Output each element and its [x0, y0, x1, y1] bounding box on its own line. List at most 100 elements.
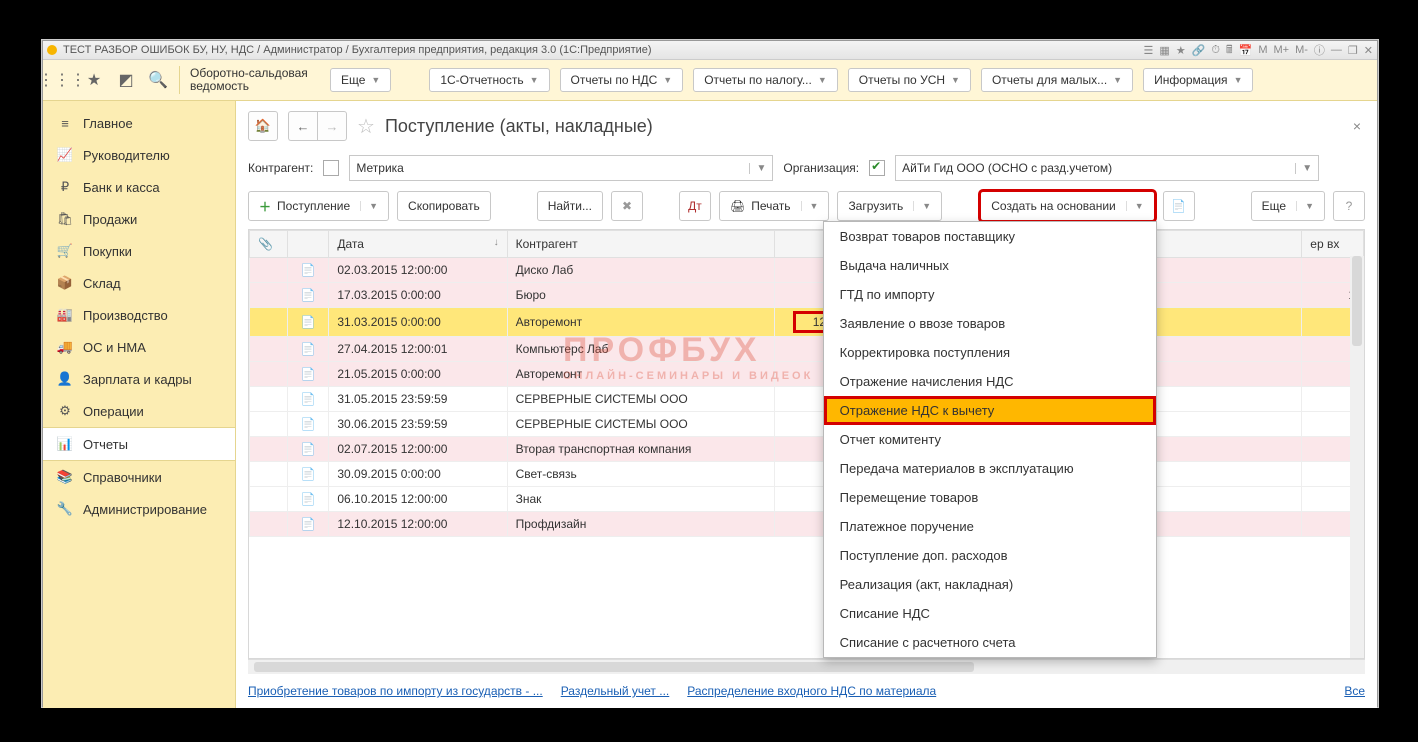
table-row[interactable]: 📄30.09.2015 0:00:00Свет-связь21 228,20рЗ…	[250, 462, 1364, 487]
col-attachment[interactable]: 📎	[250, 231, 288, 258]
help-button[interactable]: ?	[1333, 191, 1365, 221]
sidebar-item[interactable]: ⚙Операции	[43, 395, 235, 427]
table-row[interactable]: 📄12.10.2015 12:00:00Профдизайн140 000,00…	[250, 512, 1364, 537]
clear-filter-button[interactable]: ✖	[611, 191, 643, 221]
title-icon[interactable]: 🖩	[1226, 41, 1233, 60]
title-icon[interactable]: 🔗	[1192, 44, 1206, 57]
link-split[interactable]: Раздельный учет ...	[561, 684, 670, 698]
link-all[interactable]: Все	[1344, 684, 1365, 698]
create-button[interactable]: ＋Поступление▼	[248, 191, 389, 221]
maximize-icon[interactable]: ❐	[1348, 44, 1358, 57]
minimize-icon[interactable]: —	[1331, 44, 1342, 56]
col-date[interactable]: Дата↓	[329, 231, 507, 258]
table-row[interactable]: 📄30.06.2015 23:59:59СЕРВЕРНЫЕ СИСТЕМЫ ОО…	[250, 412, 1364, 437]
col-numvh[interactable]: ер вх	[1302, 231, 1364, 258]
close-icon[interactable]: ✕	[1364, 44, 1373, 57]
dropdown-item[interactable]: Корректировка поступления	[824, 338, 1156, 367]
sidebar-item[interactable]: ₽Банк и касса	[43, 171, 235, 203]
reports-1c-button[interactable]: 1С-Отчетность▼	[429, 68, 549, 92]
dropdown-item[interactable]: Платежное поручение	[824, 512, 1156, 541]
dropdown-item[interactable]: Поступление доп. расходов	[824, 541, 1156, 570]
title-icon[interactable]: ☰	[1144, 44, 1154, 57]
col-kontragent[interactable]: Контрагент	[507, 231, 774, 258]
table-row[interactable]: 📄02.03.2015 12:00:00Диско Лаб31 185,00рТ…	[250, 258, 1364, 283]
table-row[interactable]: 📄21.05.2015 0:00:00Авторемонт30 000,00р"…	[250, 362, 1364, 387]
data-grid[interactable]: 📎 Дата↓ Контрагент Сумма Е... Комменн ер…	[248, 229, 1365, 659]
sidebar-item[interactable]: 🚚ОС и НМА	[43, 331, 235, 363]
dropdown-item[interactable]: Списание с расчетного счета	[824, 628, 1156, 657]
memory-m[interactable]: M	[1258, 44, 1267, 56]
sidebar-item[interactable]: ≡Главное	[43, 107, 235, 139]
dropdown-item[interactable]: Реализация (акт, накладная)	[824, 570, 1156, 599]
forward-button[interactable]: →	[317, 111, 347, 141]
org-input[interactable]: АйТи Гид ООО (ОСНО с разд.учетом) ▼	[895, 155, 1319, 181]
dropdown-item[interactable]: Отражение начисления НДС	[824, 367, 1156, 396]
back-button[interactable]: ←	[288, 111, 317, 141]
more-button[interactable]: Еще▼	[330, 68, 391, 92]
info-button[interactable]: Информация▼	[1143, 68, 1253, 92]
horizontal-scrollbar[interactable]	[248, 659, 1365, 674]
title-icon[interactable]: ⏱	[1211, 44, 1220, 57]
sidebar-item[interactable]: 📦Склад	[43, 267, 235, 299]
dropdown-item[interactable]: Выдача наличных	[824, 251, 1156, 280]
reports-usn-button[interactable]: Отчеты по УСН▼	[848, 68, 971, 92]
dropdown-item[interactable]: Списание НДС	[824, 599, 1156, 628]
favorite-star-icon[interactable]: ☆	[357, 114, 375, 139]
sidebar-item[interactable]: 📚Справочники	[43, 461, 235, 493]
sidebar-item[interactable]: 🏭Производство	[43, 299, 235, 331]
table-row[interactable]: 📄31.03.2015 0:00:00Авторемонт120 000,00р…	[250, 308, 1364, 337]
memory-mplus[interactable]: M+	[1273, 44, 1289, 56]
find-button[interactable]: Найти...	[537, 191, 603, 221]
memory-mminus[interactable]: M-	[1295, 44, 1308, 56]
search-icon[interactable]: 🔍	[147, 69, 169, 91]
title-icon[interactable]: 📅	[1239, 44, 1253, 57]
sidebar-item[interactable]: 🔧Администрирование	[43, 493, 235, 525]
dropdown-icon[interactable]: ▼	[749, 163, 766, 174]
osv-link[interactable]: Оборотно-сальдовая ведомость	[190, 67, 320, 93]
dropdown-item[interactable]: Передача материалов в эксплуатацию	[824, 454, 1156, 483]
dropdown-item[interactable]: Отражение НДС к вычету	[824, 396, 1156, 425]
sidebar-item[interactable]: 🛍Продажи	[43, 203, 235, 235]
link-nds-dist[interactable]: Распределение входного НДС по материала	[687, 684, 936, 698]
vertical-scrollbar[interactable]	[1350, 256, 1364, 658]
print-button[interactable]: 🖨 Печать▼	[719, 191, 829, 221]
copy-button[interactable]: Скопировать	[397, 191, 491, 221]
info-icon[interactable]: ⓘ	[1314, 42, 1325, 58]
dropdown-icon[interactable]: ▼	[1295, 163, 1312, 174]
kontragent-input[interactable]: Метрика ▼	[349, 155, 773, 181]
related-button[interactable]: 📄	[1163, 191, 1195, 221]
row-status-icon: 📄	[287, 337, 328, 362]
create-based-on-button[interactable]: Создать на основании▼	[980, 191, 1154, 221]
kontragent-checkbox[interactable]	[323, 160, 339, 176]
history-icon[interactable]: ◩	[115, 69, 137, 91]
dropdown-item[interactable]: Заявление о ввозе товаров	[824, 309, 1156, 338]
dropdown-item[interactable]: Отчет комитенту	[824, 425, 1156, 454]
title-icon[interactable]: ▦	[1159, 44, 1169, 57]
table-row[interactable]: 📄02.07.2015 12:00:00Вторая транспортная …	[250, 437, 1364, 462]
more-toolbar-button[interactable]: Еще▼	[1251, 191, 1325, 221]
table-row[interactable]: 📄27.04.2015 12:00:01Компьютерс Лаб651 93…	[250, 337, 1364, 362]
table-row[interactable]: 📄06.10.2015 12:00:00Знак106 200,00рВОЗВР	[250, 487, 1364, 512]
org-checkbox[interactable]	[869, 160, 885, 176]
table-row[interactable]: 📄17.03.2015 0:00:00Бюро141 600,00рНЕ ПРА…	[250, 283, 1364, 308]
page-close-icon[interactable]: ×	[1353, 118, 1365, 134]
favorites-icon[interactable]: ★	[83, 69, 105, 91]
home-button[interactable]: 🏠	[248, 111, 278, 141]
reports-tax-button[interactable]: Отчеты по налогу...▼	[693, 68, 838, 92]
reports-small-button[interactable]: Отчеты для малых...▼	[981, 68, 1133, 92]
link-import[interactable]: Приобретение товаров по импорту из госуд…	[248, 684, 543, 698]
sidebar-item[interactable]: 📈Руководителю	[43, 139, 235, 171]
title-icon[interactable]: ★	[1176, 44, 1186, 57]
sidebar-item[interactable]: 👤Зарплата и кадры	[43, 363, 235, 395]
dropdown-item[interactable]: ГТД по импорту	[824, 280, 1156, 309]
table-row[interactable]: 📄31.05.2015 23:59:59СЕРВЕРНЫЕ СИСТЕМЫ ОО…	[250, 387, 1364, 412]
dropdown-item[interactable]: Возврат товаров поставщику	[824, 222, 1156, 251]
load-button[interactable]: Загрузить▼	[837, 191, 942, 221]
sidebar-item[interactable]: 📊Отчеты	[43, 427, 235, 461]
sidebar-item[interactable]: 🛒Покупки	[43, 235, 235, 267]
dt-kt-button[interactable]: Дт	[679, 191, 711, 221]
dropdown-item[interactable]: Перемещение товаров	[824, 483, 1156, 512]
reports-nds-button[interactable]: Отчеты по НДС▼	[560, 68, 684, 92]
col-status[interactable]	[287, 231, 328, 258]
apps-icon[interactable]: ⋮⋮⋮	[51, 69, 73, 91]
